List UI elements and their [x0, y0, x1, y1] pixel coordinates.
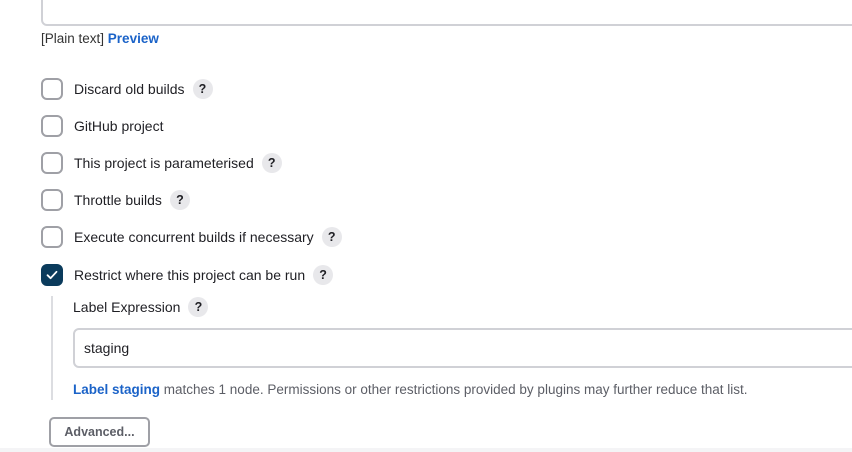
- description-format-line: [Plain text] Preview: [41, 31, 159, 46]
- help-icon[interactable]: ?: [188, 297, 209, 317]
- option-github-project[interactable]: GitHub project: [41, 115, 163, 137]
- description-textarea[interactable]: [41, 0, 852, 26]
- discard-old-builds-label: Discard old builds: [74, 81, 185, 97]
- bottom-bar: [0, 448, 852, 452]
- restrict-where-checkbox[interactable]: [41, 264, 63, 286]
- plain-text-prefix: [Plain text]: [41, 31, 105, 46]
- preview-link[interactable]: Preview: [108, 31, 159, 46]
- parameterised-label: This project is parameterised: [74, 155, 254, 171]
- help-icon[interactable]: ?: [192, 79, 213, 99]
- throttle-builds-label: Throttle builds: [74, 192, 162, 208]
- help-icon[interactable]: ?: [313, 265, 334, 285]
- check-icon: [46, 270, 58, 280]
- label-match-text: matches 1 node. Permissions or other res…: [160, 382, 748, 397]
- option-discard-old-builds[interactable]: Discard old builds ?: [41, 78, 213, 100]
- parameterised-checkbox[interactable]: [41, 152, 63, 174]
- label-expression-input[interactable]: [73, 328, 852, 368]
- restrict-where-label: Restrict where this project can be run: [74, 267, 306, 283]
- github-project-checkbox[interactable]: [41, 115, 63, 137]
- label-expression-label: Label Expression: [73, 299, 181, 315]
- advanced-button[interactable]: Advanced...: [49, 417, 150, 447]
- help-icon[interactable]: ?: [261, 153, 282, 173]
- nested-section-indicator: [51, 296, 53, 400]
- option-restrict-where[interactable]: Restrict where this project can be run ?: [41, 264, 334, 286]
- label-staging-link[interactable]: Label staging: [73, 382, 160, 397]
- concurrent-builds-label: Execute concurrent builds if necessary: [74, 229, 314, 245]
- label-expression-heading: Label Expression ?: [73, 296, 209, 318]
- option-throttle-builds[interactable]: Throttle builds ?: [41, 189, 190, 211]
- discard-old-builds-checkbox[interactable]: [41, 78, 63, 100]
- option-parameterised[interactable]: This project is parameterised ?: [41, 152, 282, 174]
- github-project-label: GitHub project: [74, 118, 164, 134]
- option-concurrent-builds[interactable]: Execute concurrent builds if necessary ?: [41, 226, 342, 248]
- help-icon[interactable]: ?: [169, 190, 190, 210]
- throttle-builds-checkbox[interactable]: [41, 189, 63, 211]
- help-icon[interactable]: ?: [321, 227, 342, 247]
- label-match-message: Label staging matches 1 node. Permission…: [73, 382, 748, 397]
- concurrent-builds-checkbox[interactable]: [41, 226, 63, 248]
